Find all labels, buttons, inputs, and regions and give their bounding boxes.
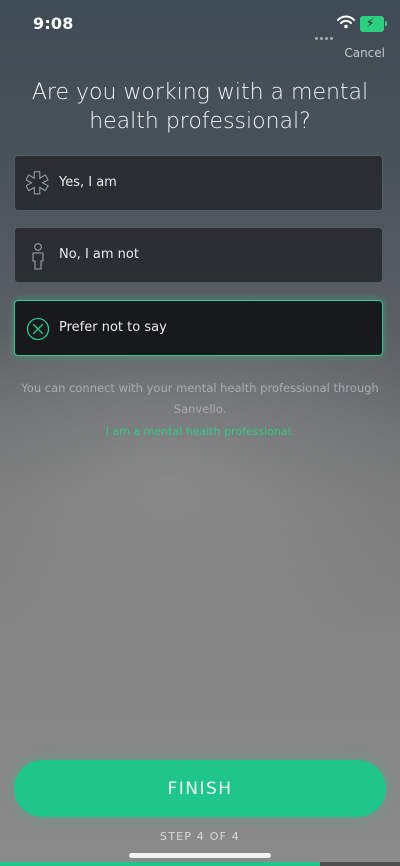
- option-yes[interactable]: Yes, I am: [14, 155, 383, 211]
- status-time: 9:08: [33, 14, 74, 33]
- cancel-button[interactable]: Cancel: [344, 46, 385, 60]
- progress-fill: [0, 862, 320, 866]
- option-prefer-not[interactable]: Prefer not to say: [14, 300, 383, 356]
- info-text: You can connect with your mental health …: [21, 381, 379, 416]
- progress-bar: [0, 862, 400, 866]
- home-indicator: [129, 853, 271, 858]
- professional-link[interactable]: I am a mental health professional.: [20, 425, 380, 438]
- medical-star-icon: [26, 171, 49, 195]
- step-indicator: STEP 4 OF 4: [160, 830, 240, 843]
- option-no[interactable]: No, I am not: [14, 227, 383, 283]
- cellular-signal-icon: [315, 25, 335, 44]
- battery-charging-icon: ⚡: [360, 16, 387, 32]
- person-icon: [32, 243, 44, 270]
- option-label: No, I am not: [59, 247, 139, 262]
- wifi-icon: [337, 15, 355, 29]
- option-label: Prefer not to say: [59, 320, 167, 335]
- page-title: Are you working with a mental health pro…: [31, 80, 369, 134]
- finish-button[interactable]: FINISH: [14, 760, 386, 817]
- option-label: Yes, I am: [59, 175, 117, 190]
- circle-x-icon: [26, 317, 50, 341]
- status-bar: 9:08 ⚡: [0, 0, 400, 46]
